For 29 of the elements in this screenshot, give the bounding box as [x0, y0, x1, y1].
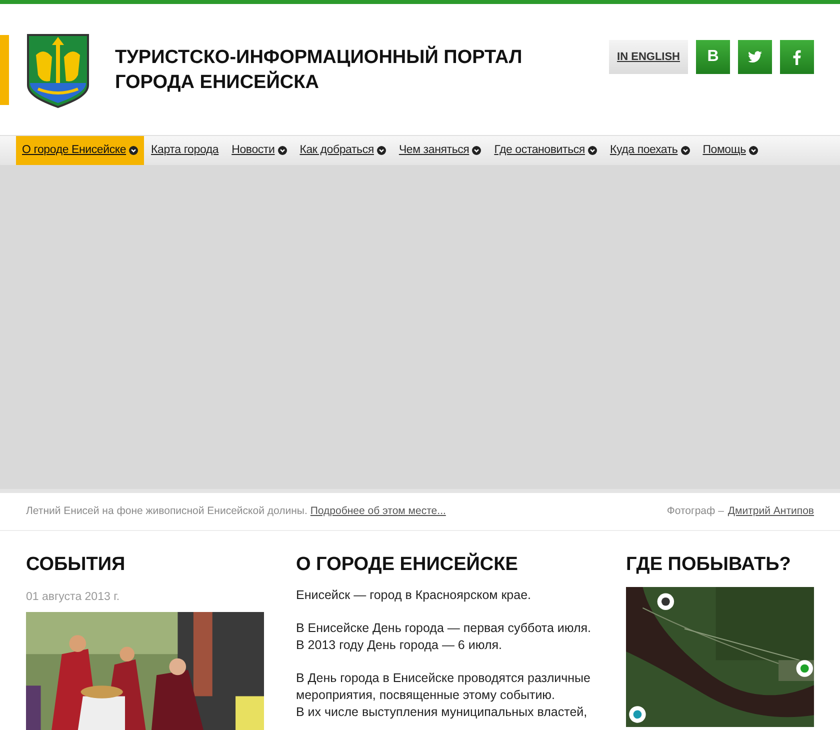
about-text: Енисейск — город в Красноярском крае. — [296, 587, 532, 604]
vk-button[interactable]: B — [696, 40, 730, 74]
about-text: В 2013 году День города — 6 июля. — [296, 637, 503, 654]
accent-bar — [0, 35, 9, 105]
section-heading: ГДЕ ПОБЫВАТЬ? — [626, 553, 792, 577]
nav-item[interactable]: Куда поехать — [604, 136, 696, 165]
section-heading: СОБЫТИЯ — [26, 553, 126, 577]
caption-text: Летний Енисей на фоне живописной Енисейской долины. — [26, 504, 308, 519]
nav-item[interactable]: О городе Енисейске — [16, 136, 144, 165]
photographer-link[interactable]: Дмитрий Антипов — [728, 504, 814, 520]
section-heading: О ГОРОДЕ ЕНИСЕЙСКЕ — [296, 553, 519, 577]
language-link[interactable]: IN ENGLISH — [609, 40, 688, 74]
nav-item[interactable]: Где остановиться — [488, 136, 603, 165]
caption-link[interactable]: Подробнее об этом месте... — [310, 504, 446, 520]
facebook-icon — [793, 50, 801, 64]
nav-item[interactable]: Как добраться — [294, 136, 392, 165]
twitter-button[interactable] — [738, 40, 772, 74]
site-title: ГОРОДА ЕНИСЕЙСКА — [115, 70, 320, 95]
nav-item[interactable]: Помощь — [696, 136, 764, 165]
facebook-button[interactable] — [780, 40, 814, 74]
event-date: 01 августа 2013 г. — [26, 590, 121, 605]
about-text: мероприятия, посвященные этому событию. — [296, 687, 556, 704]
nav-item[interactable]: Новости — [226, 136, 293, 165]
credit-label: Фотограф – — [666, 504, 724, 519]
nav-item[interactable]: Чем заняться — [392, 136, 488, 165]
bird-icon — [748, 51, 762, 63]
site-title: ТУРИСТСКО-ИНФОРМАЦИОННЫЙ ПОРТАЛ — [115, 45, 522, 70]
about-text: В их числе выступления муниципальных властей, — [296, 704, 586, 721]
nav-item[interactable]: Карта города — [145, 136, 225, 165]
